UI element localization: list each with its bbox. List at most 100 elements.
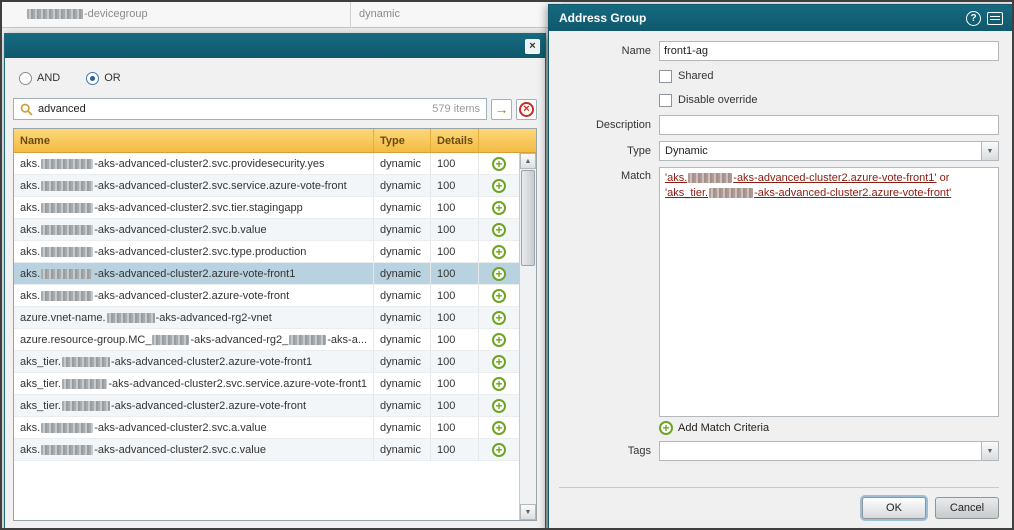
description-field[interactable] (659, 115, 999, 135)
add-match-criteria-button[interactable]: + Add Match Criteria (659, 421, 999, 435)
help-icon[interactable]: ? (966, 11, 981, 26)
table-row[interactable]: aks.-aks-advanced-cluster2.svc.b.valuedy… (14, 219, 519, 241)
row-type-cell: dynamic (374, 219, 431, 240)
redacted-text (62, 401, 110, 411)
text-segment: 'aks. (665, 172, 687, 184)
match-criteria-picker-dialog: × AND OR advanced (4, 33, 546, 530)
text-segment: -aks-advanced-cluster2.azure-vote-front (111, 400, 306, 412)
disable-override-checkbox[interactable] (659, 94, 672, 107)
table-row[interactable]: aks_tier.-aks-advanced-cluster2.azure-vo… (14, 395, 519, 417)
text-segment: aks. (20, 422, 40, 434)
add-row-icon[interactable]: + (492, 289, 506, 303)
add-row-icon[interactable]: + (492, 443, 506, 457)
search-input[interactable]: advanced 579 items (13, 98, 487, 120)
column-header-type[interactable]: Type (374, 129, 431, 152)
table-row[interactable]: aks.-aks-advanced-cluster2.svc.a.valuedy… (14, 417, 519, 439)
row-details-cell: 100 (431, 351, 479, 372)
picker-body: AND OR advanced 579 items → × (5, 58, 545, 529)
scroll-down-icon[interactable]: ▼ (520, 504, 536, 520)
cancel-button[interactable]: Cancel (935, 497, 999, 519)
table-row[interactable]: aks.-aks-advanced-cluster2.azure-vote-fr… (14, 263, 519, 285)
add-row-icon[interactable]: + (492, 377, 506, 391)
table-row[interactable]: aks_tier.-aks-advanced-cluster2.svc.serv… (14, 373, 519, 395)
text-segment: -aks-advanced-rg2-vnet (156, 312, 272, 324)
column-header-name[interactable]: Name (14, 129, 374, 152)
row-details-cell: 100 (431, 219, 479, 240)
add-row-icon[interactable]: + (492, 267, 506, 281)
row-name-cell: aks.-aks-advanced-cluster2.azure-vote-fr… (14, 285, 374, 306)
row-type-cell: dynamic (374, 395, 431, 416)
row-details-cell: 100 (431, 439, 479, 460)
row-add-cell: + (479, 153, 519, 174)
table-row[interactable]: aks.-aks-advanced-cluster2.azure-vote-fr… (14, 285, 519, 307)
row-name-cell: azure.vnet-name.-aks-advanced-rg2-vnet (14, 307, 374, 328)
type-select[interactable]: Dynamic ▼ (659, 141, 999, 161)
text-segment: -aks-advanced-rg2_ (190, 334, 288, 346)
shared-label: Shared (678, 70, 713, 82)
row-details-cell: 100 (431, 417, 479, 438)
row-type-cell: dynamic (374, 285, 431, 306)
apply-filter-button[interactable]: → (491, 99, 512, 120)
tags-select[interactable]: ▼ (659, 441, 999, 461)
row-details-cell: 100 (431, 395, 479, 416)
text-segment: -aks-advanced-cluster2.svc.service.azure… (94, 180, 346, 192)
add-row-icon[interactable]: + (492, 157, 506, 171)
results-grid-header: Name Type Details (14, 129, 536, 153)
text-segment: -aks-a... (327, 334, 367, 346)
row-name-cell: aks.-aks-advanced-cluster2.svc.providese… (14, 153, 374, 174)
docs-icon[interactable] (987, 12, 1003, 25)
match-line: 'aks_tier.-aks-advanced-cluster2.azure-v… (665, 186, 993, 201)
table-row[interactable]: aks.-aks-advanced-cluster2.svc.c.valuedy… (14, 439, 519, 461)
ok-button[interactable]: OK (862, 497, 926, 519)
add-row-icon[interactable]: + (492, 355, 506, 369)
add-row-icon[interactable]: + (492, 311, 506, 325)
match-field[interactable]: 'aks.-aks-advanced-cluster2.azure-vote-f… (659, 167, 999, 417)
shared-checkbox[interactable] (659, 70, 672, 83)
devicegroup-cell: -devicegroup (26, 8, 148, 20)
name-field[interactable] (659, 41, 999, 61)
add-row-icon[interactable]: + (492, 333, 506, 347)
row-name-cell: aks_tier.-aks-advanced-cluster2.svc.serv… (14, 373, 374, 394)
add-row-icon[interactable]: + (492, 201, 506, 215)
redacted-text (41, 291, 93, 301)
results-table-body: aks.-aks-advanced-cluster2.svc.providese… (14, 153, 519, 520)
and-radio[interactable]: AND (19, 72, 60, 85)
scroll-up-icon[interactable]: ▲ (520, 153, 536, 169)
or-radio[interactable]: OR (86, 72, 121, 85)
table-row[interactable]: aks_tier.-aks-advanced-cluster2.azure-vo… (14, 351, 519, 373)
add-row-icon[interactable]: + (492, 245, 506, 259)
text-segment: -aks-advanced-cluster2.svc.a.value (94, 422, 266, 434)
chevron-down-icon: ▼ (981, 442, 998, 460)
redacted-text (62, 357, 110, 367)
redacted-text (41, 445, 93, 455)
row-name-cell: aks.-aks-advanced-cluster2.svc.service.a… (14, 175, 374, 196)
table-row[interactable]: aks.-aks-advanced-cluster2.svc.tier.stag… (14, 197, 519, 219)
clear-filter-button[interactable]: × (516, 99, 537, 120)
scrollbar-thumb[interactable] (521, 170, 535, 266)
add-row-icon[interactable]: + (492, 223, 506, 237)
table-row[interactable]: azure.vnet-name.-aks-advanced-rg2-vnetdy… (14, 307, 519, 329)
column-header-details[interactable]: Details (431, 129, 479, 152)
dialog-footer: OK Cancel (559, 487, 999, 519)
add-row-icon[interactable]: + (492, 399, 506, 413)
table-row[interactable]: azure.resource-group.MC_-aks-advanced-rg… (14, 329, 519, 351)
redacted-text (289, 335, 326, 345)
add-row-icon[interactable]: + (492, 421, 506, 435)
text-segment: -aks-advanced-cluster2.svc.type.producti… (94, 246, 306, 258)
row-add-cell: + (479, 351, 519, 372)
table-row[interactable]: aks.-aks-advanced-cluster2.svc.providese… (14, 153, 519, 175)
row-add-cell: + (479, 373, 519, 394)
redacted-text (41, 247, 93, 257)
chevron-down-icon: ▼ (981, 142, 998, 160)
screen: -devicegroup dynamic × AND OR (0, 0, 1014, 530)
text-segment: aks. (20, 246, 40, 258)
close-icon[interactable]: × (525, 39, 540, 54)
disable-override-label: Disable override (678, 94, 757, 106)
add-row-icon[interactable]: + (492, 179, 506, 193)
table-row[interactable]: aks. -aks-advanced-cluster2.svc.type.prod… (14, 241, 519, 263)
row-details-cell: 100 (431, 373, 479, 394)
row-add-cell: + (479, 285, 519, 306)
row-name-cell: aks_tier.-aks-advanced-cluster2.azure-vo… (14, 395, 374, 416)
table-scrollbar[interactable]: ▲ ▼ (519, 153, 536, 520)
table-row[interactable]: aks.-aks-advanced-cluster2.svc.service.a… (14, 175, 519, 197)
